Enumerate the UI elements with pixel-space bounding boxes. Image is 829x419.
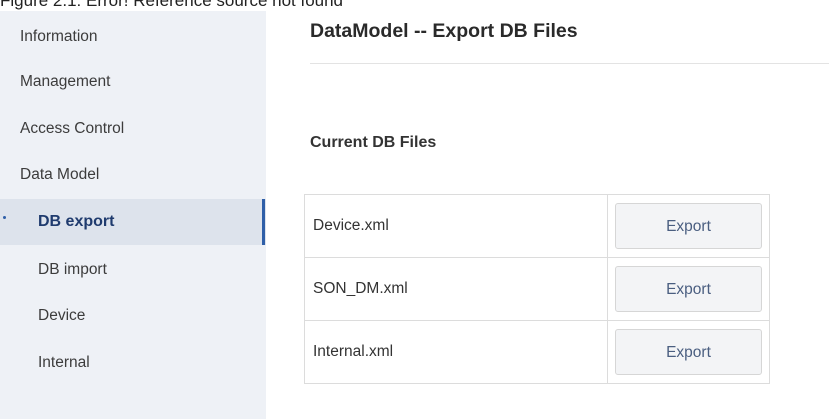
title-divider bbox=[310, 63, 829, 64]
sidebar-item-internal[interactable]: Internal bbox=[0, 345, 266, 381]
table-row: Internal.xml Export bbox=[304, 320, 770, 384]
sidebar-item-label: Data Model bbox=[20, 166, 100, 183]
sidebar-item-label: Internal bbox=[38, 354, 90, 371]
file-name-cell: SON_DM.xml bbox=[304, 257, 608, 321]
file-name-cell: Device.xml bbox=[304, 194, 608, 258]
db-files-table: Device.xml Export SON_DM.xml Export Inte… bbox=[304, 194, 770, 384]
active-marker-dot bbox=[3, 216, 6, 219]
sidebar-item-information[interactable]: Information bbox=[0, 19, 266, 55]
sidebar-item-label: DB export bbox=[38, 213, 115, 230]
sidebar-item-label: Management bbox=[20, 73, 111, 90]
active-indicator-bar bbox=[262, 199, 265, 245]
file-name-cell: Internal.xml bbox=[304, 320, 608, 384]
sidebar-item-label: Information bbox=[20, 28, 98, 45]
figure-caption: Figure 2.1: Error! Reference source not … bbox=[0, 0, 344, 10]
table-row: SON_DM.xml Export bbox=[304, 257, 770, 321]
action-cell: Export bbox=[607, 320, 770, 384]
sidebar-item-db-import[interactable]: DB import bbox=[0, 252, 266, 288]
action-cell: Export bbox=[607, 257, 770, 321]
sidebar-item-device[interactable]: Device bbox=[0, 298, 266, 334]
sidebar: Information Management Access Control Da… bbox=[0, 11, 266, 419]
sidebar-item-db-export[interactable]: DB export bbox=[0, 199, 266, 245]
table-row: Device.xml Export bbox=[304, 194, 770, 258]
sidebar-item-label: DB import bbox=[38, 261, 107, 278]
action-cell: Export bbox=[607, 194, 770, 258]
page-title: DataModel -- Export DB Files bbox=[310, 20, 578, 42]
export-son-dm-button[interactable]: Export bbox=[615, 266, 762, 312]
sidebar-item-data-model[interactable]: Data Model bbox=[0, 157, 266, 193]
export-device-button[interactable]: Export bbox=[615, 203, 762, 249]
sidebar-item-management[interactable]: Management bbox=[0, 64, 266, 100]
sidebar-item-label: Access Control bbox=[20, 120, 125, 137]
section-title: Current DB Files bbox=[310, 134, 437, 151]
sidebar-item-label: Device bbox=[38, 307, 86, 324]
export-internal-button[interactable]: Export bbox=[615, 329, 762, 375]
sidebar-item-access-control[interactable]: Access Control bbox=[0, 111, 266, 147]
